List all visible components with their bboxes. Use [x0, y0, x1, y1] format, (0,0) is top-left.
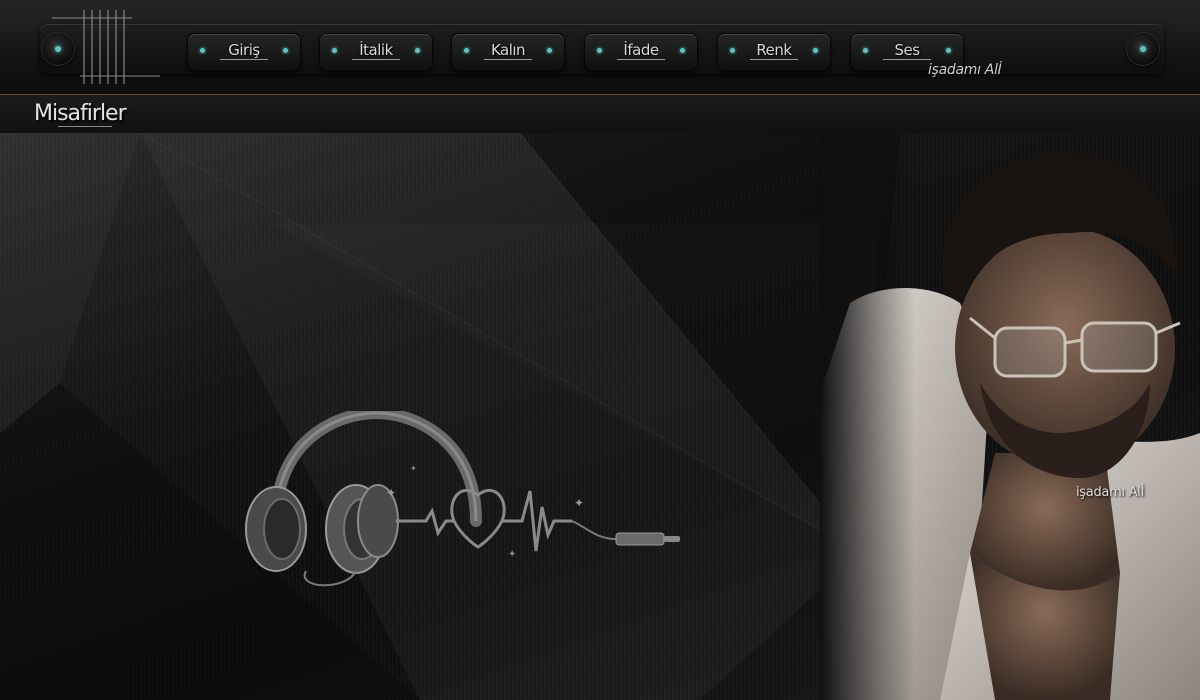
nav-button-ifade[interactable]: İfade	[585, 34, 697, 70]
headphones-heartbeat-icon: ✦ ✦ ✦ ✦	[245, 411, 680, 587]
indicator-dot-icon	[415, 48, 420, 53]
main-panel: ✦ ✦ ✦ ✦ işadamı Alİ	[0, 133, 1200, 700]
nav-button-renk[interactable]: Renk	[718, 34, 830, 70]
svg-text:✦: ✦	[574, 496, 584, 510]
label-underline	[883, 59, 931, 60]
indicator-dot-icon	[283, 48, 288, 53]
label-underline	[220, 59, 268, 60]
svg-text:✦: ✦	[410, 464, 417, 473]
indicator-dot-icon	[813, 48, 818, 53]
indicator-dot-icon	[946, 48, 951, 53]
indicator-dot-icon	[547, 48, 552, 53]
label-underline	[617, 59, 665, 60]
page: Giriş İtalik Kalın İfade Renk Ses işadam…	[0, 0, 1200, 700]
svg-text:✦: ✦	[386, 486, 396, 500]
guests-bar: Misafirler	[0, 94, 1200, 134]
top-bar: Giriş İtalik Kalın İfade Renk Ses işadam…	[0, 0, 1200, 94]
nav-button-giris[interactable]: Giriş	[188, 34, 300, 70]
guests-title-underline	[58, 126, 112, 127]
signature-top: işadamı Alİ	[928, 62, 1002, 78]
nav-button-kalin[interactable]: Kalın	[452, 34, 564, 70]
label-underline	[352, 59, 400, 60]
label-underline	[750, 59, 798, 60]
guests-title: Misafirler	[34, 101, 127, 126]
indicator-dot-icon	[680, 48, 685, 53]
guitar-strings-icon	[52, 10, 160, 84]
signature-portrait: işadamı Alİ	[1076, 485, 1145, 500]
svg-text:✦: ✦	[508, 549, 516, 560]
portrait-image	[820, 133, 1200, 700]
nav-button-italik[interactable]: İtalik	[320, 34, 432, 70]
label-underline	[484, 59, 532, 60]
knob-right-icon	[1127, 33, 1159, 65]
